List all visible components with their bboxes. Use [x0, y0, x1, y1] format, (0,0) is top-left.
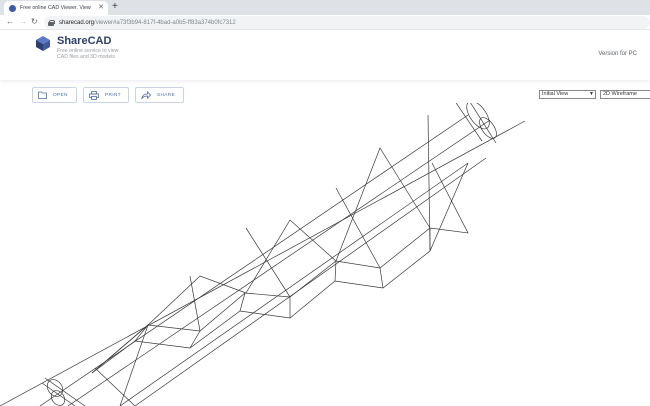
site-header: ShareCAD Free online service to view CAD…	[0, 30, 650, 80]
browser-tab[interactable]: Free online CAD Viewer. View A... ✕	[4, 1, 108, 15]
version-for-pc-link[interactable]: Version for PC	[598, 51, 637, 57]
view-select-value: Initial View	[542, 91, 569, 97]
share-arrow-icon	[141, 91, 151, 99]
open-label: OPEN	[53, 92, 68, 98]
forward-arrow-icon[interactable]: →	[19, 16, 27, 28]
browser-toolbar: ← → ↻ sharecad.org/viewer#a73f3b94-817f-…	[0, 15, 650, 30]
reload-icon[interactable]: ↻	[31, 16, 38, 28]
print-button[interactable]: PRINT	[83, 87, 129, 103]
sharecad-favicon-icon	[9, 4, 16, 12]
new-tab-icon[interactable]: +	[112, 0, 118, 14]
render-mode-select[interactable]: 2D Wireframe	[600, 90, 650, 99]
url-path: /viewer#a73f3b94-817f-4bad-a0b5-ff83a374…	[94, 19, 236, 26]
share-label: SHARE	[157, 92, 176, 98]
tab-title: Free online CAD Viewer. View A...	[20, 5, 92, 11]
url-text: sharecad.org/viewer#a73f3b94-817f-4bad-a…	[59, 20, 236, 26]
url-host: sharecad.org	[59, 19, 95, 26]
cad-drawing-canvas[interactable]	[0, 103, 650, 406]
print-label: PRINT	[105, 92, 121, 98]
site-tagline: Free online service to view CAD files an…	[57, 48, 119, 60]
share-button[interactable]: SHARE	[135, 87, 184, 103]
view-select[interactable]: Initial View ▼	[539, 90, 596, 99]
lock-icon	[48, 19, 55, 26]
printer-icon	[89, 90, 99, 100]
browser-window: Free online CAD Viewer. View A... ✕ + ← …	[0, 0, 650, 406]
render-mode-value: 2D Wireframe	[603, 91, 637, 97]
sharecad-logo-icon[interactable]	[36, 36, 50, 51]
folder-icon	[38, 91, 47, 99]
close-tab-icon[interactable]: ✕	[98, 3, 104, 13]
open-button[interactable]: OPEN	[32, 87, 77, 103]
tab-strip: Free online CAD Viewer. View A... ✕ +	[0, 0, 650, 15]
brand-name[interactable]: ShareCAD	[57, 35, 111, 47]
back-arrow-icon[interactable]: ←	[6, 16, 14, 28]
chevron-down-icon: ▼	[589, 91, 594, 97]
address-bar[interactable]: sharecad.org/viewer#a73f3b94-817f-4bad-a…	[44, 16, 650, 29]
